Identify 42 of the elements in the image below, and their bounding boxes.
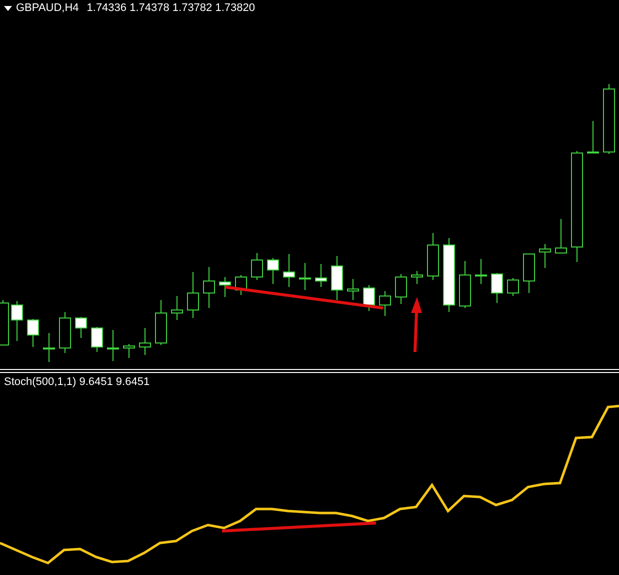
candlestick bbox=[363, 284, 375, 312]
candlestick bbox=[315, 264, 327, 288]
candlestick bbox=[603, 84, 615, 154]
candlestick bbox=[187, 272, 199, 318]
candlestick bbox=[43, 332, 55, 362]
candlestick bbox=[427, 232, 439, 280]
candlestick bbox=[123, 344, 135, 358]
candlestick bbox=[171, 296, 183, 320]
candlestick bbox=[107, 330, 119, 362]
candlestick bbox=[155, 300, 167, 346]
candlestick bbox=[395, 274, 407, 304]
candlestick bbox=[507, 278, 519, 296]
candlestick bbox=[0, 300, 9, 346]
candlestick bbox=[475, 258, 487, 284]
candlestick bbox=[139, 328, 151, 356]
arrow-drawing bbox=[411, 297, 422, 352]
candlestick bbox=[267, 258, 279, 284]
candlestick bbox=[411, 270, 423, 284]
candlestick bbox=[331, 256, 343, 300]
candlestick bbox=[523, 254, 535, 294]
candlestick bbox=[59, 312, 71, 354]
dropdown-icon[interactable] bbox=[4, 6, 12, 11]
candlestick bbox=[587, 120, 599, 154]
candlestick bbox=[555, 218, 567, 254]
candlestick bbox=[283, 254, 295, 288]
candlestick bbox=[27, 318, 39, 348]
chart-symbol: GBPAUD,H4 bbox=[16, 2, 79, 15]
candlestick bbox=[203, 266, 215, 308]
ohlc-values: 1.74336 1.74378 1.73782 1.73820 bbox=[86, 2, 255, 15]
indicator-label: Stoch(500,1,1) 9.6451 9.6451 bbox=[4, 376, 150, 389]
candlestick bbox=[491, 272, 503, 304]
candlestick bbox=[91, 326, 103, 352]
candlestick bbox=[347, 278, 359, 300]
candlestick bbox=[235, 274, 247, 296]
candlestick bbox=[219, 276, 231, 298]
candlestick bbox=[11, 300, 23, 342]
candlestick bbox=[379, 290, 391, 316]
candlestick bbox=[539, 244, 551, 268]
candlestick bbox=[299, 262, 311, 290]
candlestick bbox=[251, 252, 263, 280]
candlestick bbox=[75, 316, 87, 338]
candlestick bbox=[459, 260, 471, 308]
